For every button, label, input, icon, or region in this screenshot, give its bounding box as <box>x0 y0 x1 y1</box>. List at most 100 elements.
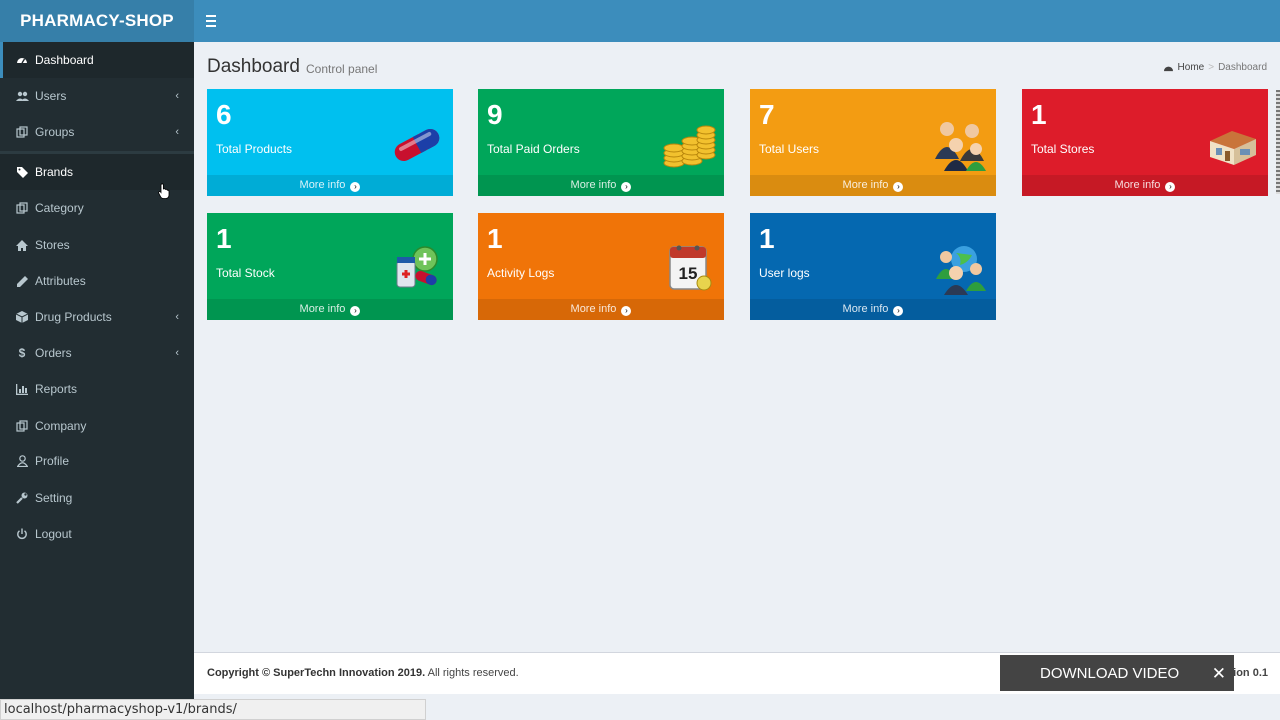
sidebar-item-company[interactable]: Company <box>0 408 194 444</box>
store-icon <box>1210 131 1256 165</box>
sidebar-item-label: Stores <box>35 238 70 252</box>
breadcrumb: Home > Dashboard <box>1163 62 1267 73</box>
people-icon <box>935 122 986 171</box>
stat-box-total-paid-orders: 9 Total Paid Orders More info › <box>478 89 724 196</box>
groups-icon <box>15 125 29 139</box>
arrow-circle-right-icon: › <box>350 306 361 316</box>
sidebar-item-label: Category <box>35 201 84 215</box>
sidebar-item-label: Attributes <box>35 274 86 288</box>
arrow-circle-right-icon: › <box>350 182 361 192</box>
stat-box-activity-logs: 1 Activity Logs 15 More info › <box>478 213 724 320</box>
browser-status-bar: localhost/pharmacyshop-v1/brands/ <box>0 699 426 720</box>
sidebar-item-drug-products[interactable]: Drug Products ‹ <box>0 299 194 335</box>
dashboard-icon <box>15 53 29 67</box>
users-icon <box>15 89 29 103</box>
sidebar-item-users[interactable]: Users ‹ <box>0 78 194 114</box>
bar-chart-icon <box>15 382 29 396</box>
more-info-link[interactable]: More info › <box>478 299 724 320</box>
more-info-link[interactable]: More info › <box>750 299 996 320</box>
app-logo[interactable]: PHARMACY-SHOP <box>0 0 194 42</box>
coins-icon <box>663 125 716 168</box>
stat-count: 1 <box>487 223 503 254</box>
pencil-icon <box>15 274 29 288</box>
arrow-circle-right-icon: › <box>1165 182 1176 192</box>
sidebar-toggle-icon[interactable] <box>204 12 218 30</box>
stat-label: Total Products <box>216 142 293 156</box>
stat-count: 1 <box>1031 99 1047 130</box>
page-title: Dashboard <box>207 56 300 77</box>
stat-label: Total Stock <box>216 266 275 280</box>
user-icon <box>15 454 29 468</box>
svg-text:15: 15 <box>679 264 698 283</box>
stat-count: 1 <box>216 223 232 254</box>
sidebar-item-label: Brands <box>35 165 74 179</box>
breadcrumb-current: Dashboard <box>1218 62 1267 73</box>
arrow-circle-right-icon: › <box>893 306 904 316</box>
hand-cursor-icon <box>158 183 170 199</box>
sidebar-item-label: Profile <box>35 454 70 468</box>
more-info-link[interactable]: More info › <box>750 175 996 196</box>
home-icon <box>15 238 29 252</box>
dashboard-icon <box>1163 66 1173 72</box>
breadcrumb-home[interactable]: Home <box>1178 62 1205 73</box>
stat-box-total-products: 6 Total Products More info › <box>207 89 453 196</box>
stat-box-total-stock: 1 Total Stock More info › <box>207 213 453 320</box>
globe-users-icon <box>936 246 986 295</box>
more-info-link[interactable]: More info › <box>207 299 453 320</box>
sidebar-item-label: Logout <box>35 527 72 541</box>
sidebar-item-logout[interactable]: Logout <box>0 516 194 552</box>
stat-box-total-users: 7 Total Users More info › <box>750 89 996 196</box>
sidebar-item-stores[interactable]: Stores <box>0 227 194 263</box>
close-icon[interactable]: ✕ <box>1212 664 1226 684</box>
stat-box-total-stores: 1 Total Stores More info › <box>1022 89 1268 196</box>
sidebar-item-label: Dashboard <box>35 53 94 67</box>
sidebar-item-orders[interactable]: $ Orders ‹ <box>0 335 194 371</box>
power-icon <box>15 527 29 541</box>
more-info-link[interactable]: More info › <box>207 175 453 196</box>
download-video-button[interactable]: DOWNLOAD VIDEO ✕ <box>1000 655 1234 691</box>
sidebar-item-label: Reports <box>35 382 78 396</box>
medicine-icon <box>396 246 438 288</box>
sidebar: Dashboard Users ‹ Groups ‹ Brands Catego… <box>0 42 194 720</box>
arrow-circle-right-icon: › <box>621 182 632 192</box>
copyright-text: Copyright © SuperTechn Innovation 2019. … <box>207 667 519 679</box>
sidebar-item-attributes[interactable]: Attributes <box>0 263 194 299</box>
sidebar-item-dashboard[interactable]: Dashboard <box>0 42 194 78</box>
sidebar-item-label: Setting <box>35 491 73 505</box>
stat-label: Total Users <box>759 142 820 156</box>
sidebar-item-groups[interactable]: Groups ‹ <box>0 114 194 150</box>
page-subtitle: Control panel <box>306 62 378 76</box>
sidebar-item-profile[interactable]: Profile <box>0 443 194 479</box>
category-icon <box>15 201 29 215</box>
more-info-link[interactable]: More info › <box>478 175 724 196</box>
sidebar-item-reports[interactable]: Reports <box>0 371 194 407</box>
sidebar-item-label: Users <box>35 89 67 103</box>
sidebar-item-label: Drug Products <box>35 310 112 324</box>
scrollbar[interactable] <box>1276 90 1280 194</box>
chevron-left-icon: ‹ <box>175 347 179 359</box>
stat-label: User logs <box>759 266 810 280</box>
stat-count: 7 <box>759 99 775 130</box>
stat-label: Total Paid Orders <box>487 142 580 156</box>
chevron-left-icon: ‹ <box>175 126 179 138</box>
stat-count: 9 <box>487 99 503 130</box>
cube-icon <box>15 310 29 324</box>
arrow-circle-right-icon: › <box>621 306 632 316</box>
version-text: ion 0.1 <box>1233 667 1268 679</box>
sidebar-item-label: Groups <box>35 125 75 139</box>
sidebar-item-label: Company <box>35 419 87 433</box>
top-navbar <box>194 0 1280 42</box>
wrench-icon <box>15 491 29 505</box>
calendar-icon: 15 <box>669 245 712 291</box>
stat-label: Total Stores <box>1031 142 1095 156</box>
capsule-icon <box>394 128 440 162</box>
stat-label: Activity Logs <box>487 266 555 280</box>
stat-count: 6 <box>216 99 232 130</box>
more-info-link[interactable]: More info › <box>1022 175 1268 196</box>
sidebar-item-setting[interactable]: Setting <box>0 480 194 516</box>
chevron-left-icon: ‹ <box>175 311 179 323</box>
company-icon <box>15 419 29 433</box>
arrow-circle-right-icon: › <box>893 182 904 192</box>
sidebar-item-label: Orders <box>35 346 72 360</box>
dollar-icon: $ <box>18 346 26 360</box>
